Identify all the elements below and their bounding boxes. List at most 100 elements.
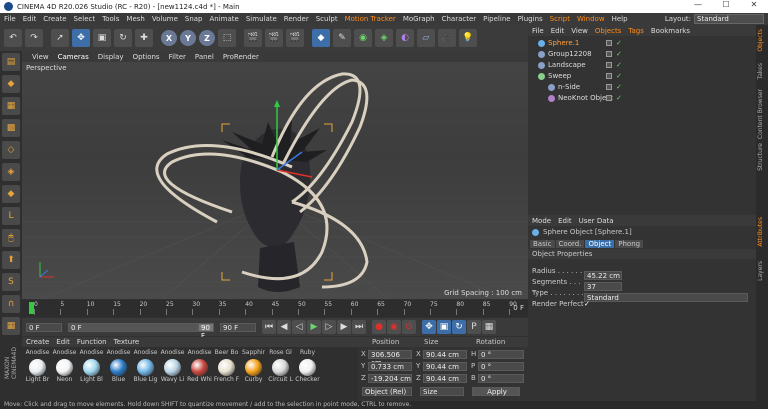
size-field[interactable]: 90.44 cm [423,350,467,359]
y-axis-lock-button[interactable]: Y [180,30,196,46]
viewport-menu-prorender[interactable]: ProRender [223,53,259,61]
object-row[interactable]: Group12208 ✓ [528,49,756,60]
type-select[interactable]: Standard [584,292,748,302]
size-field[interactable]: 90.44 cm [423,374,467,383]
visibility-toggle[interactable] [606,40,612,46]
enable-check-icon[interactable]: ✓ [616,94,622,102]
go-to-start-icon[interactable]: ⏮ [262,320,276,334]
material-swatch[interactable]: Neon [51,359,78,383]
light-icon[interactable]: 💡 [459,29,477,47]
menu-window[interactable]: Window [577,15,605,23]
object-row[interactable]: Sweep ✓ [528,71,756,82]
right-tab-layers[interactable]: Layers [757,261,764,281]
position-field[interactable]: -19.204 cm [368,374,412,383]
edges-mode-icon[interactable]: ◈ [2,163,20,181]
layout-select[interactable]: Standard [694,14,764,24]
viewport-menu-panel[interactable]: Panel [195,53,214,61]
obj-menu-edit[interactable]: Edit [551,27,565,35]
array-icon[interactable]: ◈ [375,29,393,47]
key-pla-icon[interactable]: ▦ [482,320,496,334]
menu-select[interactable]: Select [74,15,96,23]
obj-menu-bookmarks[interactable]: Bookmarks [651,27,690,35]
play-icon[interactable]: ▶ [307,320,321,334]
viewport-menu-view[interactable]: View [32,53,49,61]
live-select-icon[interactable]: ➚ [51,29,69,47]
attr-tab-phong[interactable]: Phong [615,239,644,248]
current-frame-field[interactable]: 0 F [68,322,198,332]
right-tab-objects[interactable]: Objects [757,29,764,52]
attr-menu-user-data[interactable]: User Data [579,217,614,225]
viewport-menu-filter[interactable]: Filter [169,53,186,61]
texture-mode-icon[interactable]: ▦ [2,97,20,115]
menu-render[interactable]: Render [284,15,309,23]
enable-check-icon[interactable]: ✓ [616,50,622,58]
menu-volume[interactable]: Volume [152,15,178,23]
viewport-menu-display[interactable]: Display [98,53,124,61]
position-field[interactable]: 306.506 cm [368,350,412,367]
material-menu-texture[interactable]: Texture [114,338,140,346]
material-top-name[interactable]: Beer Bo [213,349,240,356]
material-menu-edit[interactable]: Edit [56,338,70,346]
obj-menu-view[interactable]: View [571,27,588,35]
menu-character[interactable]: Character [442,15,477,23]
material-menu-create[interactable]: Create [26,338,49,346]
max-frame-field[interactable]: 90 F [220,322,256,332]
object-row[interactable]: Landscape ✓ [528,60,756,71]
apply-button[interactable]: Apply [472,387,520,396]
size-field[interactable]: 90.44 cm [423,362,467,371]
coord-size-mode-select[interactable]: Size [420,387,464,396]
render-view-icon[interactable]: 🎬 [265,29,283,47]
material-swatch[interactable]: Circuit L [267,359,294,383]
z-axis-lock-button[interactable]: Z [199,30,215,46]
material-top-name[interactable]: Anodise [24,349,51,356]
render-perfect-checkbox[interactable]: ✓ [584,300,590,308]
rotation-field[interactable]: 0 ° [478,362,524,371]
rotation-field[interactable]: 0 ° [478,350,524,359]
menu-script[interactable]: Script [550,15,570,23]
scale-icon[interactable]: ▣ [93,29,111,47]
attr-tab-basic[interactable]: Basic [530,239,555,248]
previous-frame-icon[interactable]: ◁ [292,320,306,334]
solo-icon[interactable]: S [2,273,20,291]
previous-key-icon[interactable]: ◀ [277,320,291,334]
menu-sculpt[interactable]: Sculpt [316,15,338,23]
obj-menu-tags[interactable]: Tags [628,27,644,35]
deformer-icon[interactable]: ◐ [396,29,414,47]
undo-icon[interactable]: ↶ [4,29,22,47]
material-top-name[interactable]: Anodise [186,349,213,356]
object-row[interactable]: n-Side ✓ [528,82,756,93]
material-top-name[interactable]: Rose Gl [267,349,294,356]
visibility-toggle[interactable] [606,62,612,68]
material-swatch[interactable]: Blue [105,359,132,383]
enable-check-icon[interactable]: ✓ [616,72,622,80]
visibility-toggle[interactable] [606,84,612,90]
object-name[interactable]: Group12208 [548,50,592,58]
subdivision-icon[interactable]: ◉ [354,29,372,47]
material-swatch[interactable]: Curby [240,359,267,383]
end-frame-field[interactable]: 90 F [198,322,214,340]
close-button[interactable]: ✕ [740,0,768,9]
model-mode-icon[interactable]: ◆ [2,75,20,93]
attr-menu-edit[interactable]: Edit [558,217,572,225]
go-to-end-icon[interactable]: ⏭ [352,320,366,334]
timeline-ruler[interactable]: 0 5 10 15 20 25 30 35 40 45 50 55 60 65 70 75 80 85 90 0 F [22,300,528,317]
object-name[interactable]: Landscape [548,61,586,69]
object-row[interactable]: NeoKnot Object ✓ [528,93,756,104]
keyframe-selection-icon[interactable]: ⊙ [402,320,416,334]
attr-tab-coord[interactable]: Coord. [555,239,585,248]
menu-file[interactable]: File [4,15,16,23]
material-swatch[interactable]: French F [213,359,240,383]
start-frame-field[interactable]: 0 F [26,322,62,332]
right-tab-attributes[interactable]: Attributes [757,217,764,247]
pen-icon[interactable]: ✎ [333,29,351,47]
enable-check-icon[interactable]: ✓ [616,83,622,91]
material-top-name[interactable]: Anodise [78,349,105,356]
visibility-toggle[interactable] [606,73,612,79]
position-field[interactable]: 0.733 cm [368,362,412,371]
coordinate-system-icon[interactable]: ⬚ [218,29,236,47]
visibility-toggle[interactable] [606,51,612,57]
object-row[interactable]: Sphere.1 ✓ [528,38,756,49]
minimize-button[interactable]: — [684,0,712,9]
material-top-name[interactable]: Sapphir [240,349,267,356]
menu-tools[interactable]: Tools [102,15,119,23]
